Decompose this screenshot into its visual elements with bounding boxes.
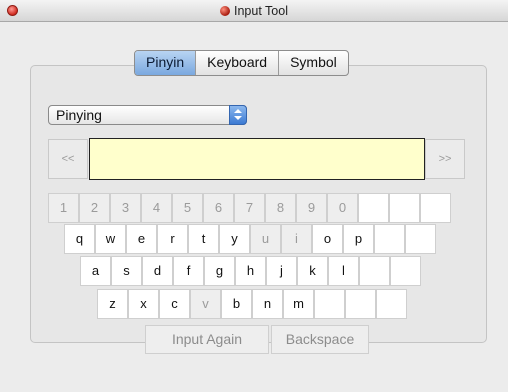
- key-c[interactable]: c: [159, 289, 190, 319]
- key-t[interactable]: t: [188, 224, 219, 254]
- window-title-text: Input Tool: [234, 4, 288, 18]
- key-v: v: [190, 289, 221, 319]
- key-h[interactable]: h: [235, 256, 266, 286]
- next-candidates-button[interactable]: >>: [425, 139, 465, 179]
- key-u: u: [250, 224, 281, 254]
- app-icon: [220, 6, 230, 16]
- window-title: Input Tool: [0, 4, 508, 18]
- key-b[interactable]: b: [221, 289, 252, 319]
- key-blank[interactable]: [376, 289, 407, 319]
- mode-tabs: Pinyin Keyboard Symbol: [134, 50, 349, 76]
- key-blank[interactable]: [359, 256, 390, 286]
- key-o[interactable]: o: [312, 224, 343, 254]
- key-s[interactable]: s: [111, 256, 142, 286]
- composition-field[interactable]: [89, 138, 425, 180]
- tab-keyboard[interactable]: Keyboard: [195, 51, 278, 75]
- key-blank[interactable]: [374, 224, 405, 254]
- key-q[interactable]: q: [64, 224, 95, 254]
- input-method-select[interactable]: Pinying: [48, 105, 247, 125]
- backspace-button[interactable]: Backspace: [271, 325, 369, 354]
- key-x[interactable]: x: [128, 289, 159, 319]
- key-g[interactable]: g: [204, 256, 235, 286]
- key-l[interactable]: l: [328, 256, 359, 286]
- key-4: 4: [141, 193, 172, 223]
- key-blank[interactable]: [314, 289, 345, 319]
- tab-symbol[interactable]: Symbol: [278, 51, 348, 75]
- key-blank[interactable]: [345, 289, 376, 319]
- key-8: 8: [265, 193, 296, 223]
- select-arrows-icon: [229, 105, 247, 125]
- key-0: 0: [327, 193, 358, 223]
- key-y[interactable]: y: [219, 224, 250, 254]
- key-m[interactable]: m: [283, 289, 314, 319]
- key-blank[interactable]: [405, 224, 436, 254]
- tab-pinyin[interactable]: Pinyin: [135, 51, 196, 75]
- key-9: 9: [296, 193, 327, 223]
- key-w[interactable]: w: [95, 224, 126, 254]
- key-r[interactable]: r: [157, 224, 188, 254]
- key-i: i: [281, 224, 312, 254]
- input-again-button[interactable]: Input Again: [145, 325, 269, 354]
- key-6: 6: [203, 193, 234, 223]
- key-p[interactable]: p: [343, 224, 374, 254]
- key-5: 5: [172, 193, 203, 223]
- key-blank[interactable]: [420, 193, 451, 223]
- key-7: 7: [234, 193, 265, 223]
- key-d[interactable]: d: [142, 256, 173, 286]
- key-z[interactable]: z: [97, 289, 128, 319]
- key-blank[interactable]: [389, 193, 420, 223]
- key-a[interactable]: a: [80, 256, 111, 286]
- input-method-value: Pinying: [56, 107, 102, 123]
- key-e[interactable]: e: [126, 224, 157, 254]
- key-blank[interactable]: [390, 256, 421, 286]
- key-k[interactable]: k: [297, 256, 328, 286]
- title-bar: Input Tool: [0, 0, 508, 22]
- key-blank[interactable]: [358, 193, 389, 223]
- key-n[interactable]: n: [252, 289, 283, 319]
- prev-candidates-button[interactable]: <<: [48, 139, 88, 179]
- key-2: 2: [79, 193, 110, 223]
- key-f[interactable]: f: [173, 256, 204, 286]
- key-j[interactable]: j: [266, 256, 297, 286]
- key-3: 3: [110, 193, 141, 223]
- key-1: 1: [48, 193, 79, 223]
